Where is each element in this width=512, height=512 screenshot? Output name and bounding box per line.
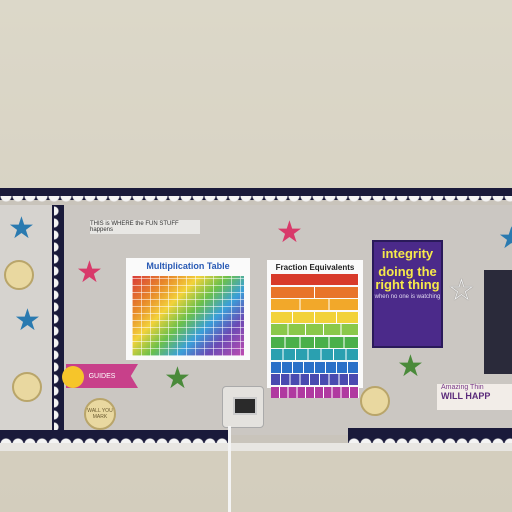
integrity-line2: when no one is watching — [374, 294, 441, 300]
fractions-title: Fraction Equivalents — [275, 263, 355, 272]
device-screen — [233, 397, 257, 415]
green-star-icon: ★ — [397, 350, 424, 383]
sun-icon — [62, 366, 84, 388]
device-cable — [228, 426, 231, 512]
fraction-bar — [271, 274, 359, 285]
wall-device[interactable] — [222, 386, 264, 428]
amazing-things-banner: Amazing Thin WILL HAPP — [437, 384, 512, 410]
fraction-bar — [271, 324, 359, 335]
fraction-bar — [271, 361, 359, 373]
fraction-bar — [271, 374, 359, 385]
integrity-line1: doing the right thing — [375, 264, 440, 292]
multiplication-grid — [132, 276, 244, 356]
fun-stuff-sign: THIS is WHERE the FUN STUFF happens — [90, 220, 200, 234]
badge-circle — [4, 260, 34, 290]
fraction-bar — [271, 349, 359, 360]
panel-divider — [52, 205, 64, 437]
scallop-trim-bottom-left — [0, 430, 230, 444]
fraction-bar — [271, 311, 359, 323]
integrity-word: integrity — [381, 246, 434, 261]
fraction-bars — [271, 274, 359, 398]
green-star-icon: ★ — [164, 362, 191, 395]
blue-star-icon: ★ — [498, 222, 512, 255]
badge-circle: WALL YOU MARK — [84, 398, 116, 430]
integrity-poster: integrity doing the right thing when no … — [372, 240, 443, 348]
amazing-line1: Amazing Thin — [441, 384, 484, 391]
board-bottom-strip — [0, 443, 512, 451]
fraction-bar — [271, 386, 359, 398]
multiplication-table-poster: Multiplication Table — [126, 258, 250, 360]
multiplication-title: Multiplication Table — [146, 261, 230, 271]
fraction-equivalents-poster: Fraction Equivalents — [267, 260, 363, 398]
white-star-icon: ☆ — [448, 274, 475, 307]
fraction-bar — [271, 299, 359, 310]
pink-star-icon: ★ — [76, 256, 103, 289]
blue-star-icon: ★ — [8, 212, 35, 245]
fraction-bar — [271, 336, 359, 348]
pink-star-icon: ★ — [276, 216, 303, 249]
fraction-bar — [271, 286, 359, 298]
scallop-trim-bottom-right — [348, 428, 512, 444]
badge-circle — [360, 386, 390, 416]
right-edge-poster — [484, 270, 512, 374]
badge-circle — [12, 372, 42, 402]
amazing-line2: WILL HAPP — [441, 391, 491, 401]
blue-star-icon: ★ — [14, 304, 41, 337]
